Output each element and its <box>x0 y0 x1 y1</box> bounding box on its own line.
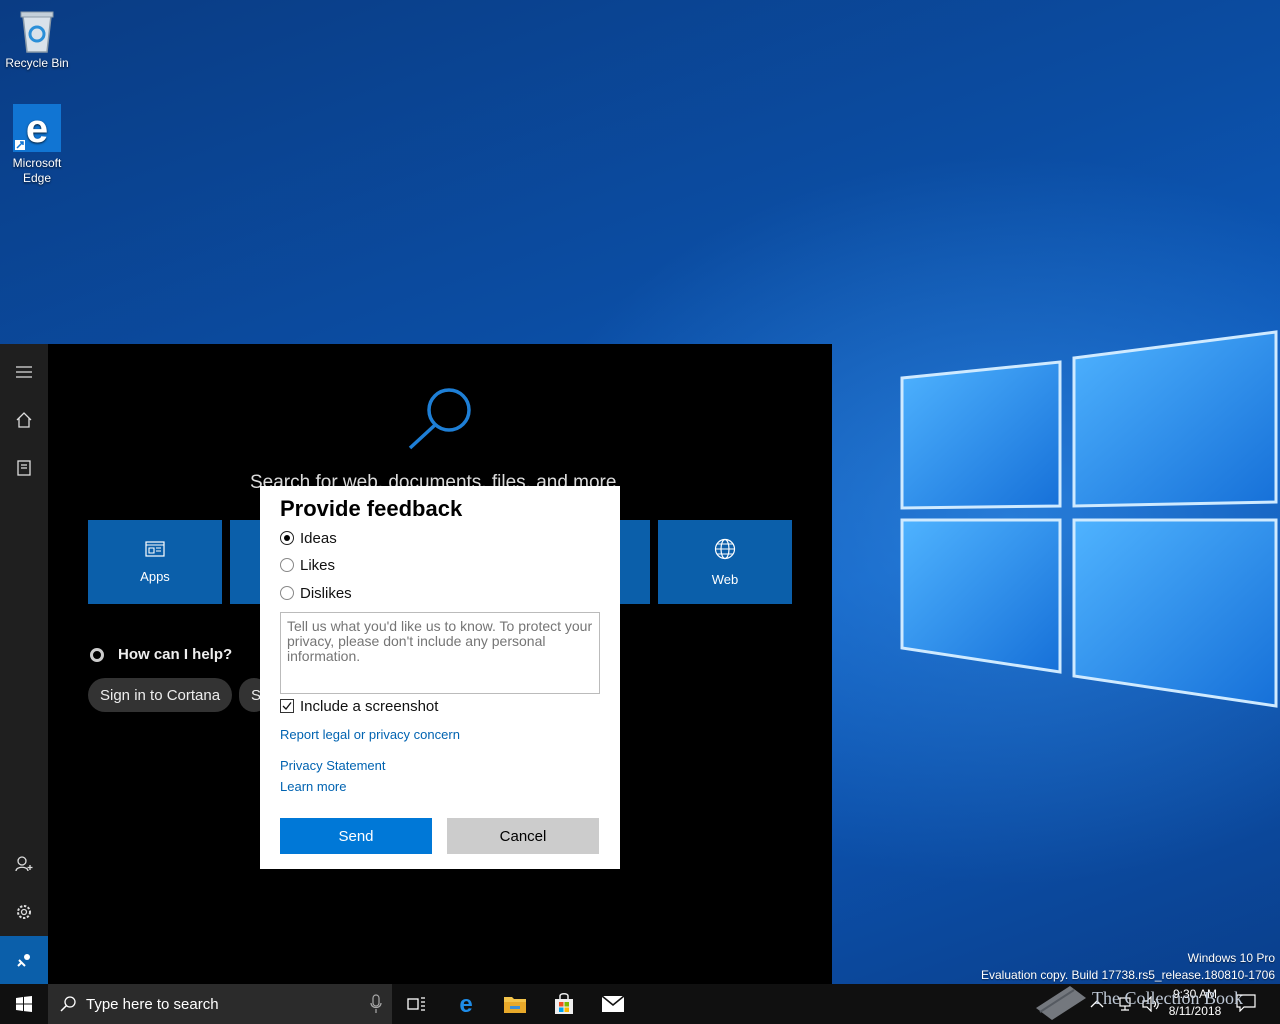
radio-label: Dislikes <box>300 584 352 602</box>
file-explorer-icon <box>503 997 526 1013</box>
help-prompt-text: How can I help? <box>118 646 233 663</box>
mail-icon <box>600 995 625 1012</box>
radio-ideas[interactable]: Ideas <box>280 528 337 548</box>
desktop-icon-microsoft-edge[interactable]: e Microsoft Edge <box>1 104 73 186</box>
radio-button[interactable] <box>280 586 294 600</box>
settings-button[interactable] <box>0 888 48 936</box>
checkmark-icon <box>282 702 292 710</box>
windows-start-icon <box>16 996 32 1012</box>
edge-icon: e <box>459 992 472 1016</box>
start-button[interactable] <box>0 984 48 1024</box>
desktop-icon-label: Recycle Bin <box>5 56 69 70</box>
radio-label: Ideas <box>300 529 337 547</box>
learn-more-link[interactable]: Learn more <box>280 779 346 794</box>
notebook-button[interactable] <box>0 444 48 492</box>
home-icon <box>16 412 32 428</box>
sign-in-to-cortana-chip[interactable]: Sign in to Cortana <box>88 678 233 712</box>
category-tile-email[interactable] <box>620 520 650 604</box>
cortana-circle-icon <box>90 647 104 662</box>
sign-in-button[interactable] <box>0 840 48 888</box>
include-screenshot-label: Include a screenshot <box>300 697 439 715</box>
radio-dislikes[interactable]: Dislikes <box>280 583 352 603</box>
feedback-icon <box>17 954 30 967</box>
dialog-title: Provide feedback <box>280 496 463 521</box>
category-tile-apps[interactable]: Apps <box>88 520 222 604</box>
taskbar-file-explorer-button[interactable] <box>490 984 539 1024</box>
category-tile-label: Apps <box>140 568 170 584</box>
windows-logo-wallpaper <box>900 330 1278 708</box>
include-screenshot-row[interactable]: Include a screenshot <box>280 696 438 716</box>
cancel-button[interactable]: Cancel <box>447 818 599 854</box>
taskbar-edge-button[interactable]: e <box>441 984 490 1024</box>
person-add-icon <box>15 856 33 872</box>
watermark-edition: Windows 10 Pro <box>1187 951 1275 965</box>
radio-likes[interactable]: Likes <box>280 555 335 575</box>
feedback-button[interactable] <box>0 936 48 984</box>
desktop-icon-recycle-bin[interactable]: Recycle Bin <box>1 8 73 71</box>
send-button[interactable]: Send <box>280 818 432 854</box>
notebook-icon <box>17 460 31 476</box>
recycle-bin-icon <box>20 11 54 53</box>
taskbar-search-box[interactable]: Type here to search <box>48 984 392 1024</box>
radio-button[interactable] <box>280 558 294 572</box>
radio-button-checked[interactable] <box>280 531 294 545</box>
desktop-icon-label: Microsoft Edge <box>12 156 62 185</box>
settings-icon <box>17 905 31 919</box>
taskbar-store-button[interactable] <box>539 984 588 1024</box>
task-view-icon <box>406 997 425 1011</box>
task-view-button[interactable] <box>392 984 441 1024</box>
feedback-textarea[interactable] <box>280 612 600 694</box>
privacy-statement-link[interactable]: Privacy Statement <box>280 758 386 773</box>
feedback-dialog: Provide feedback Ideas Likes Dislikes In… <box>260 486 620 869</box>
radio-label: Likes <box>300 556 336 574</box>
store-icon <box>554 993 573 1014</box>
category-tile-documents[interactable] <box>230 520 262 604</box>
apps-icon <box>145 540 165 557</box>
report-concern-link[interactable]: Report legal or privacy concern <box>280 727 460 742</box>
include-screenshot-checkbox[interactable] <box>280 699 294 713</box>
search-hero-icon <box>408 388 471 450</box>
svg-text:e: e <box>459 992 472 1016</box>
category-tile-label: Web <box>711 571 739 587</box>
microphone-icon[interactable] <box>370 994 382 1014</box>
hamburger-menu-icon <box>16 366 32 378</box>
hamburger-menu-button[interactable] <box>0 348 48 396</box>
search-icon <box>60 996 76 1012</box>
svg-text:e: e <box>26 107 48 151</box>
taskbar-search-placeholder: Type here to search <box>86 995 219 1013</box>
chip-label: Sign in to Cortana <box>100 686 221 704</box>
taskbar-mail-button[interactable] <box>588 984 637 1024</box>
edge-icon: e <box>13 104 61 152</box>
help-prompt-row: How can I help? <box>90 646 232 663</box>
collection-book-watermark: The Collection Book <box>1092 988 1243 1008</box>
category-tile-web[interactable]: Web <box>658 520 792 604</box>
home-button[interactable] <box>0 396 48 444</box>
globe-icon <box>714 538 736 559</box>
search-panel-rail <box>0 344 48 984</box>
